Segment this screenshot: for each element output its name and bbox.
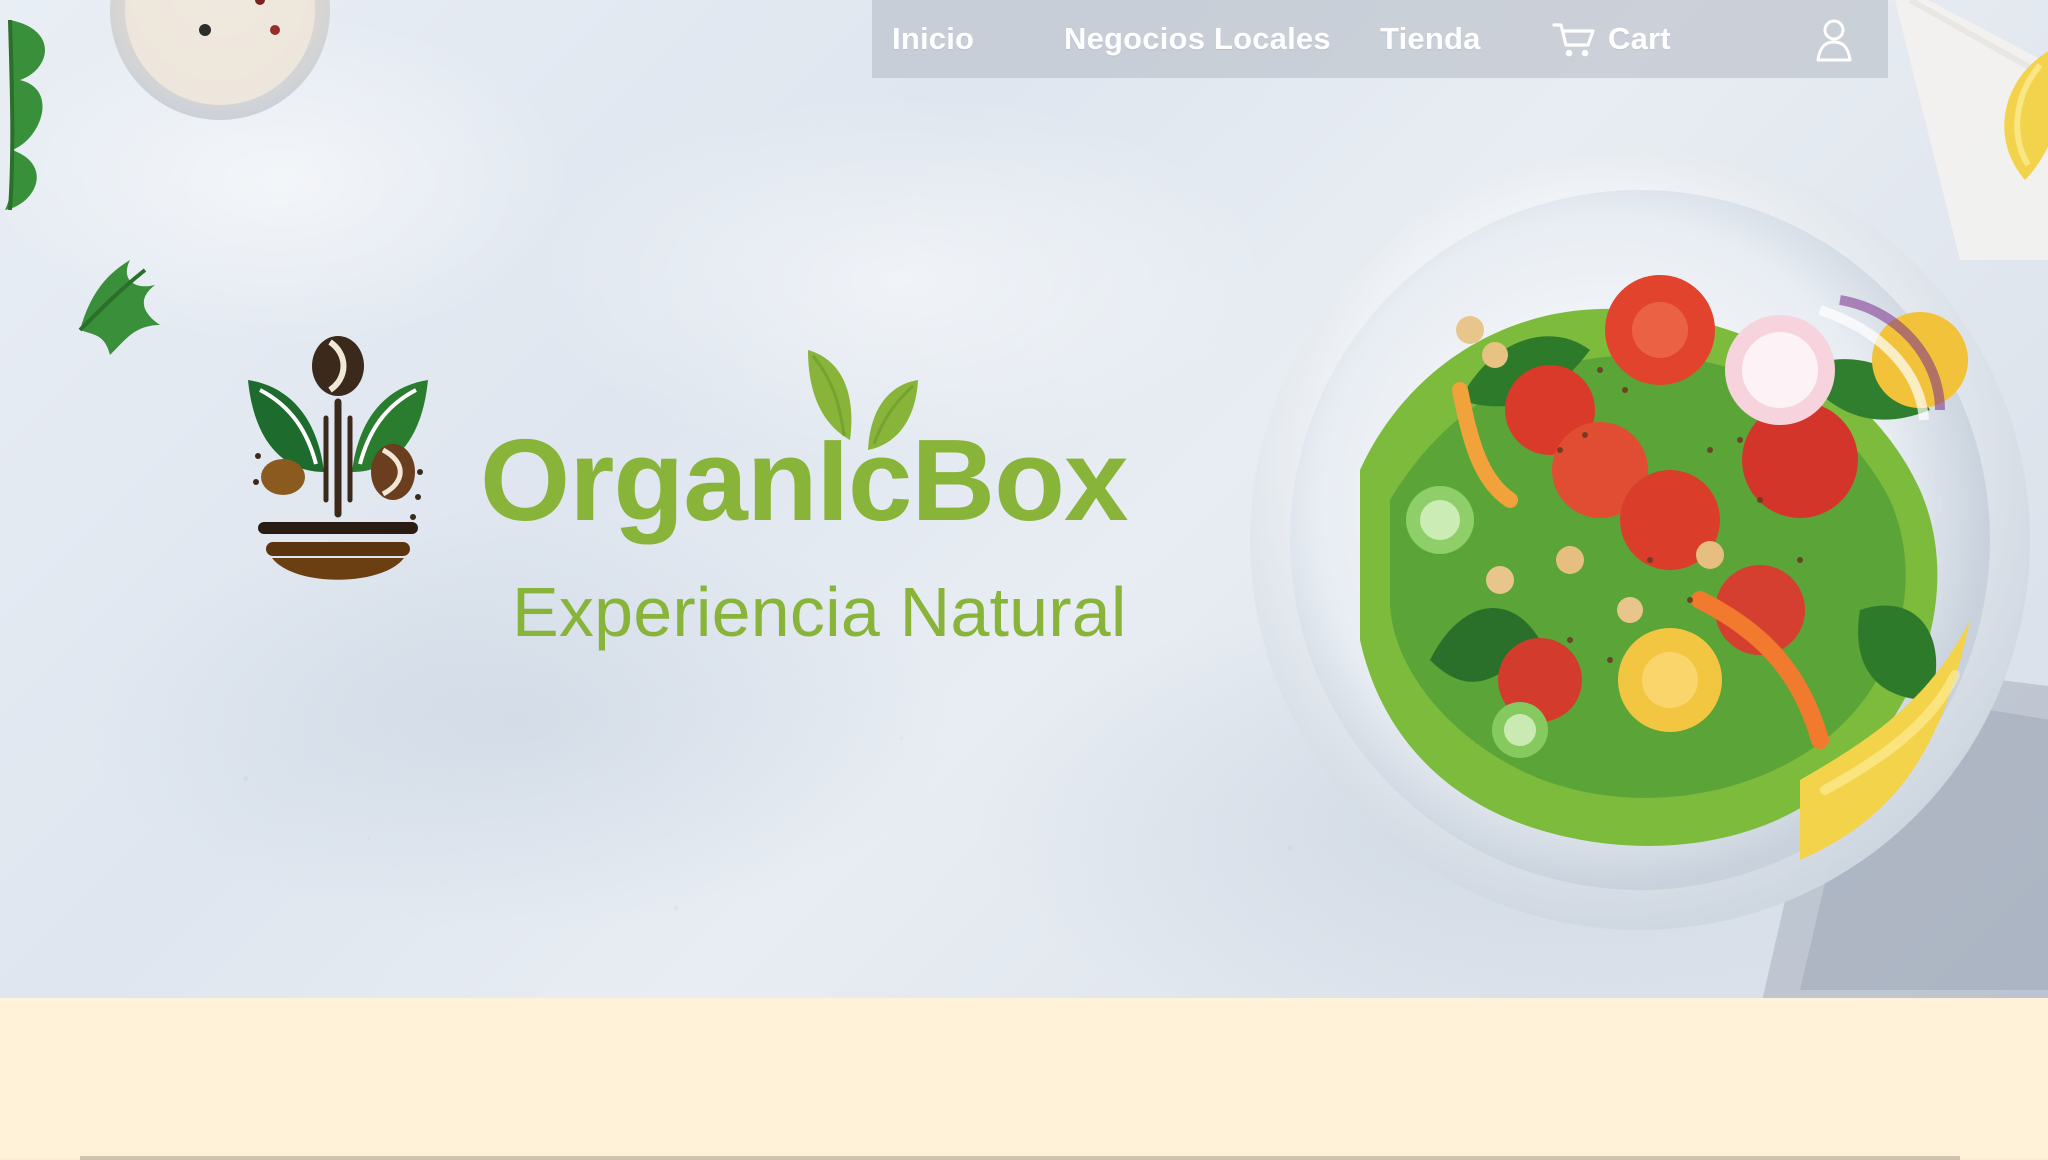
user-profile-icon <box>1816 19 1852 62</box>
brand-tagline: Experiencia Natural <box>512 573 1127 651</box>
salad-bowl-image <box>1250 150 2030 930</box>
hero-banner: Inicio Negocios Locales Tienda Cart Orga… <box>0 0 2048 998</box>
organic-box-logo-icon <box>248 336 428 580</box>
profile-button[interactable] <box>1810 15 1858 63</box>
parsley-leaf-decoration <box>5 19 45 211</box>
parsley-sprig-decoration <box>78 260 160 355</box>
cart-button[interactable]: Cart <box>1552 19 1712 59</box>
content-area <box>0 998 2048 1160</box>
nav-item-inicio[interactable]: Inicio <box>892 21 1042 57</box>
brand-hero: OrganIcBox Experiencia Natural <box>238 332 1178 672</box>
nav-item-tienda[interactable]: Tienda <box>1380 21 1530 57</box>
partial-content-edge <box>80 1156 1960 1160</box>
shopping-cart-icon <box>1552 23 1595 57</box>
nav-item-negocios-locales[interactable]: Negocios Locales <box>1064 21 1380 57</box>
cart-label: Cart <box>1608 21 1671 56</box>
top-navigation: Inicio Negocios Locales Tienda Cart <box>872 0 1888 78</box>
spice-bowl-decoration <box>110 0 330 120</box>
brand-name: OrganIcBox <box>480 415 1128 545</box>
